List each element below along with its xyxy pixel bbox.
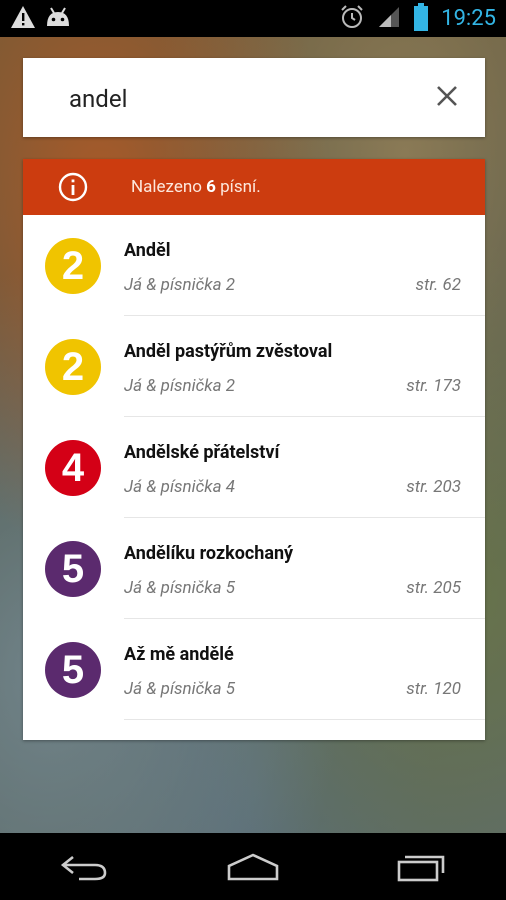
songbook-badge: 2 [45,238,101,294]
results-count-text: Nalezeno 6 písní. [131,177,261,197]
list-item[interactable]: 4 Andělské přátelství Já & písnička 4 st… [23,417,485,518]
songbook-badge: 2 [45,339,101,395]
list-item[interactable]: 5 Až mě andělé Já & písnička 5 str. 120 [23,619,485,720]
songbook-badge: 5 [45,541,101,597]
clock: 19:25 [441,6,496,31]
results-count: 6 [206,177,216,197]
songbook-name: Já & písnička 5 [124,578,236,598]
results-card: Nalezeno 6 písní. 2 Anděl Já & písnička … [23,159,485,740]
alarm-icon [339,4,365,34]
page-number: str. 173 [406,376,461,396]
songbook-badge: 5 [45,642,101,698]
android-icon [44,6,72,32]
results-list: 2 Anděl Já & písnička 2 str. 62 2 Anděl … [23,215,485,720]
song-title: Anděl pastýřům zvěstoval [124,341,333,362]
info-icon [57,171,89,203]
battery-icon [413,2,429,35]
page-number: str. 203 [406,477,461,497]
songbook-name: Já & písnička 4 [124,477,236,497]
song-title: Až mě andělé [124,644,234,665]
page-number: str. 205 [406,578,461,598]
songbook-badge: 4 [45,440,101,496]
search-box[interactable] [23,58,485,137]
songbook-name: Já & písnička 2 [124,376,236,396]
list-item[interactable]: 5 Andělíku rozkochaný Já & písnička 5 st… [23,518,485,619]
song-title: Anděl [124,240,171,261]
list-item[interactable]: 2 Anděl Já & písnička 2 str. 62 [23,215,485,316]
signal-icon [377,5,401,33]
status-bar: 19:25 [0,0,506,37]
back-icon[interactable] [54,847,114,887]
navigation-bar [0,833,506,900]
songbook-name: Já & písnička 5 [124,679,236,699]
list-item[interactable]: 2 Anděl pastýřům zvěstoval Já & písnička… [23,316,485,417]
page-number: str. 120 [406,679,461,699]
close-icon[interactable] [431,80,463,112]
songbook-name: Já & písnička 2 [124,275,236,295]
song-title: Andělíku rozkochaný [124,543,294,564]
song-title: Andělské přátelství [124,442,280,463]
search-input[interactable] [67,80,411,118]
page-number: str. 62 [415,275,461,295]
divider [124,719,485,720]
results-banner: Nalezeno 6 písní. [23,159,485,215]
home-icon[interactable] [223,847,283,887]
recent-apps-icon[interactable] [392,847,452,887]
warning-icon [10,5,36,33]
